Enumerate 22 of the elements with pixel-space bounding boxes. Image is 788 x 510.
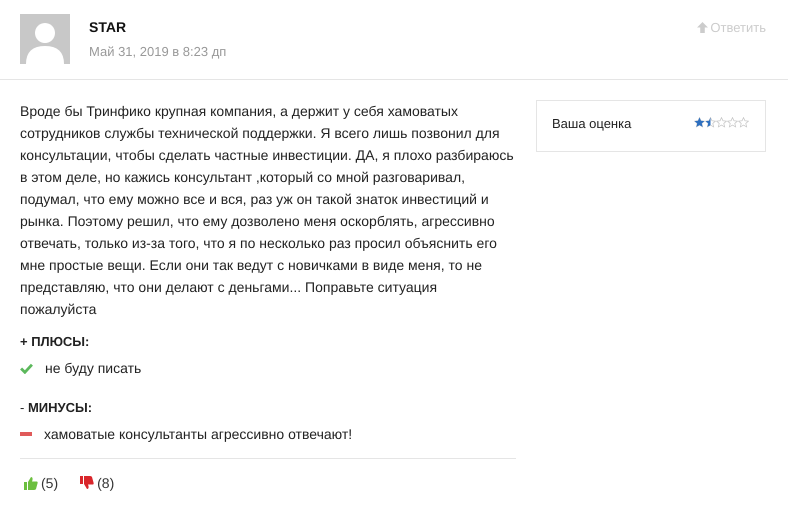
minus-icon [20,432,32,436]
section-heading: - МИНУСЫ: [20,399,94,417]
star-icon [716,117,727,128]
thumbs-up-icon [24,476,38,490]
avatar-icon [20,14,70,64]
author-name: STAR [89,19,128,35]
star-icon [694,117,705,128]
post-date: Май 31, 2019 в 8:23 дп [89,44,228,59]
star-icon [727,117,738,128]
dislike-button[interactable]: (8) [80,475,114,491]
star-rating[interactable] [694,117,749,128]
thumbs-down-icon [80,476,94,490]
like-button[interactable]: (5) [24,475,58,491]
star-icon [705,117,716,128]
review-text: Вроде бы Тринфико крупная компания, а держит у себя хамоватых сотрудников службы технической поддержки. Я всего лишь позвонил для консультации, чтобы сделать частные инвестиции. ДА, я плохо разбираюсь в этом деле, но кажись консультант ,который со мной разговаривал, подумал, что ему можно все и вся, раз уж он такой знаток инвестиций и рынка. Поэтому решил, что ему дозволено меня оскорблять, агрессивно отвечать, только из-за того, что я по несколько раз просил объяснить его мне простые вещи. Если они так ведут с новичками в виде меня, то не представляю, что они делают с деньгами... Поправьте ситуация пожалуйста [20,102,515,319]
check-icon [20,362,33,374]
list-item-text: не буду писать [45,359,142,378]
star-icon [738,117,749,128]
arrow-up-icon [697,22,708,33]
section-heading: + ПЛЮСЫ: [20,333,90,351]
rating-label: Ваша оценка [552,116,632,131]
list-item-text: хамоватые консультанты агрессивно отвечают! [44,425,352,444]
